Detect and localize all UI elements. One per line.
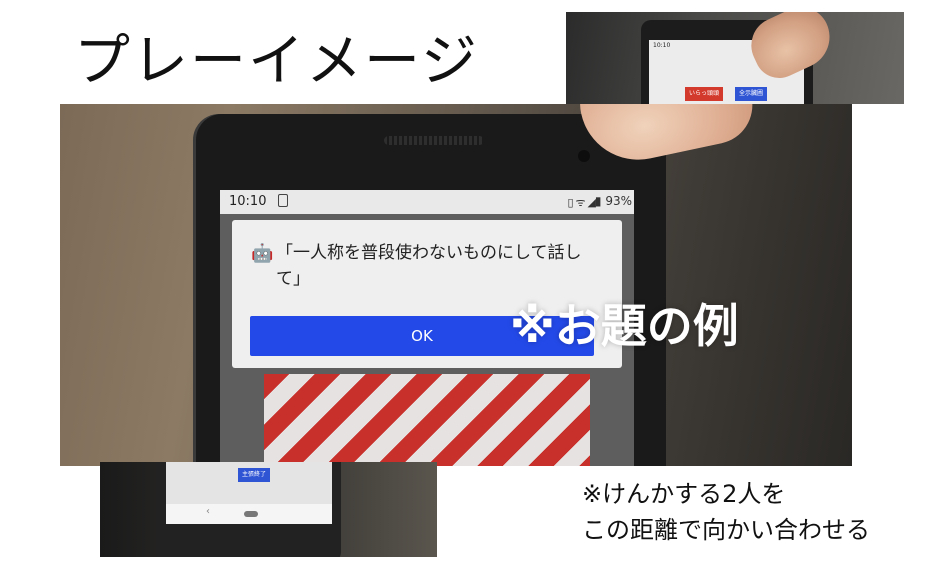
nav-bar: ‹ [166,504,332,524]
status-time: 10:10 [229,194,267,209]
back-icon: ‹ [206,506,210,517]
caption-line-2: この距離で向かい合わせる [582,516,870,544]
speaker-grille [384,136,484,145]
topic-example-label: ※お題の例 [510,299,739,353]
striped-pattern [264,374,590,466]
robot-icon: 🤖 [251,243,274,264]
caption-note: ※けんかする2人を この距離で向かい合わせる [582,476,870,548]
page-title: プレーイメージ [74,29,479,94]
photo-phones-bottom: 主張終了 ‹ [100,462,437,557]
phone-top-time: 10:10 [653,42,671,49]
photo-main: 10:10 ▯ᯤ◢ ▮ 93% 🤖 「一人称を普段使わないものにして話して」 O… [60,104,852,466]
phone-bottom-screen: 主張終了 ‹ [166,462,332,524]
home-icon [244,511,258,517]
photo-phones-top: 10:10 いらっ頭頭 全示臓圃 [566,12,904,104]
sim-icon [278,194,288,207]
dialog-message: 「一人称を普段使わないものにして話して」 [276,243,582,289]
caption-line-1: ※けんかする2人を [582,480,786,508]
phone-bottom-button: 主張終了 [238,468,271,482]
phone-top-red-button: いらっ頭頭 [685,87,724,101]
front-camera [578,150,590,162]
status-bar: 10:10 ▯ᯤ◢ ▮ 93% [220,190,634,214]
phone-top-blue-button: 全示臓圃 [735,87,768,101]
phone-bottom: 主張終了 ‹ [156,462,341,557]
status-icons: ▯ᯤ◢ [567,196,598,209]
battery-indicator: ▮ 93% [594,194,632,208]
